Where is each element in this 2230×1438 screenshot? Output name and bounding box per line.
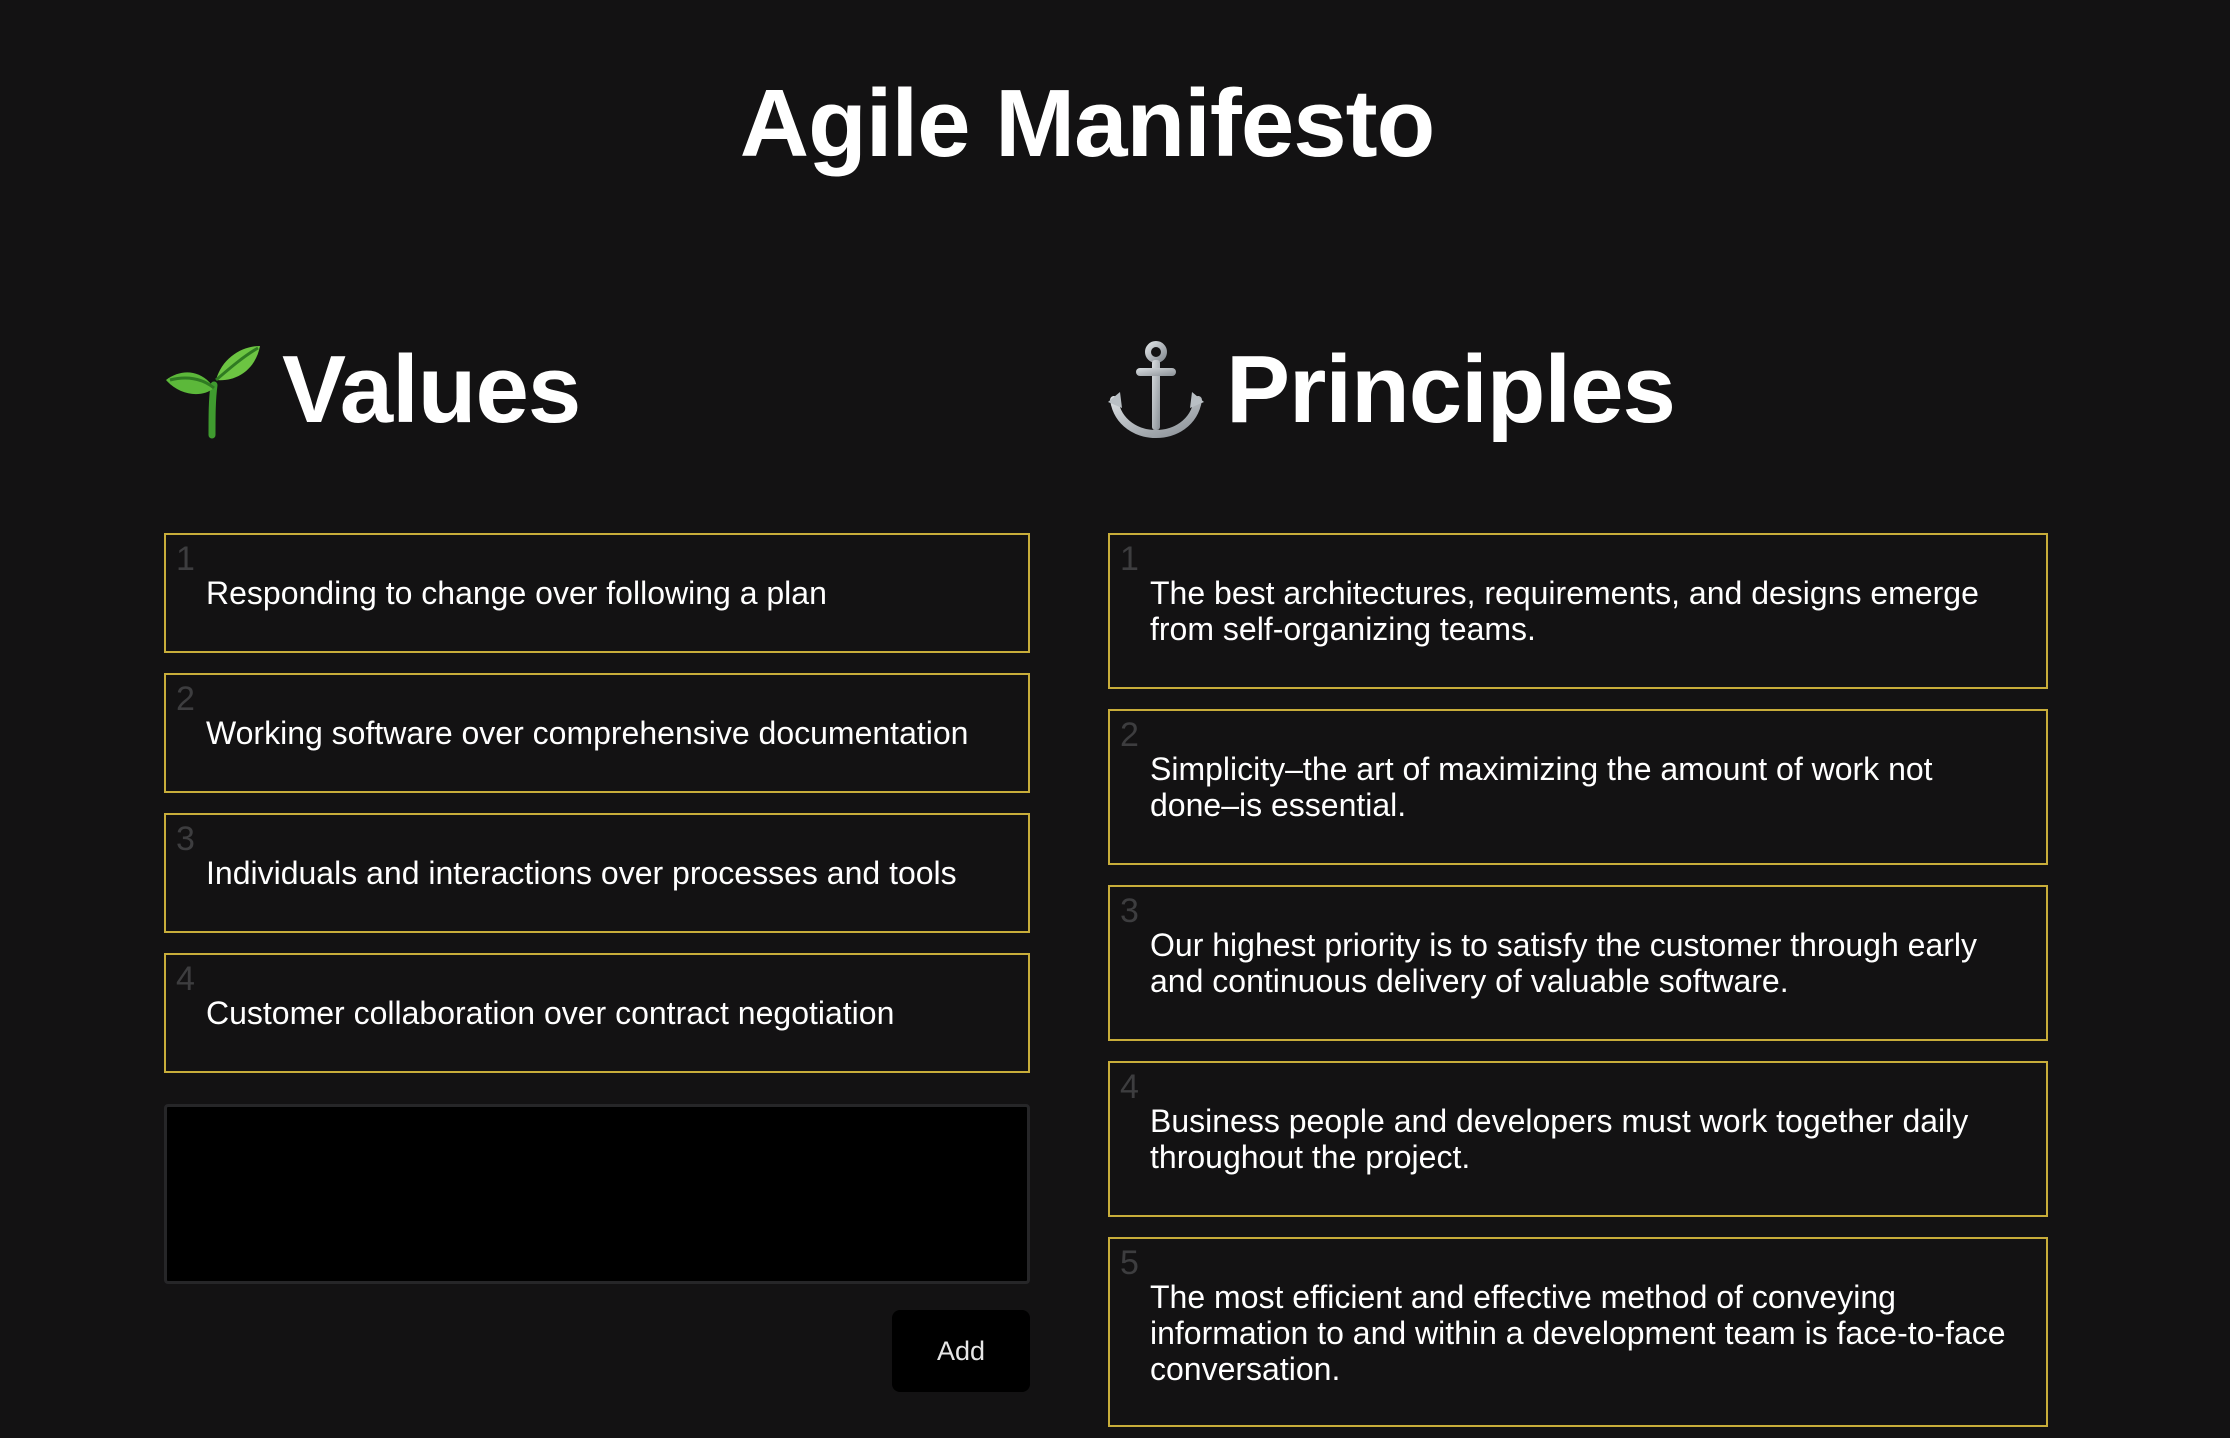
- value-card-1[interactable]: 1 Responding to change over following a …: [164, 533, 1030, 653]
- principle-card-index: 4: [1120, 1068, 1139, 1106]
- agile-manifesto-page: Agile Manifesto Values 1 Responding to c…: [0, 0, 2230, 1438]
- principle-card-1[interactable]: 1 The best architectures, requirements, …: [1108, 533, 2048, 689]
- value-card-text: Working software over comprehensive docu…: [206, 715, 969, 751]
- values-heading: Values: [162, 330, 581, 450]
- values-heading-label: Values: [282, 336, 581, 443]
- principle-card-text: Business people and developers must work…: [1150, 1103, 1969, 1175]
- principle-card-index: 2: [1120, 716, 1139, 754]
- principle-card-4[interactable]: 4 Business people and developers must wo…: [1108, 1061, 2048, 1217]
- principle-card-2[interactable]: 2 Simplicity–the art of maximizing the a…: [1108, 709, 2048, 865]
- value-card-3[interactable]: 3 Individuals and interactions over proc…: [164, 813, 1030, 933]
- principle-card-text: The most efficient and effective method …: [1150, 1279, 2006, 1387]
- value-card-text: Responding to change over following a pl…: [206, 575, 827, 611]
- value-card-4[interactable]: 4 Customer collaboration over contract n…: [164, 953, 1030, 1073]
- principle-card-text: Our highest priority is to satisfy the c…: [1150, 927, 1978, 999]
- principle-card-5[interactable]: 5 The most efficient and effective metho…: [1108, 1237, 2048, 1427]
- value-card-index: 3: [176, 820, 195, 858]
- principles-heading: Principles: [1106, 330, 1676, 450]
- principle-card-index: 1: [1120, 540, 1139, 578]
- principle-card-3[interactable]: 3 Our highest priority is to satisfy the…: [1108, 885, 2048, 1041]
- new-value-input[interactable]: [164, 1104, 1030, 1284]
- value-card-2[interactable]: 2 Working software over comprehensive do…: [164, 673, 1030, 793]
- value-card-text: Individuals and interactions over proces…: [206, 855, 957, 891]
- principle-card-text: Simplicity–the art of maximizing the amo…: [1150, 751, 1933, 823]
- page-title: Agile Manifesto: [739, 70, 1435, 177]
- value-card-index: 4: [176, 960, 195, 998]
- principle-card-text: The best architectures, requirements, an…: [1150, 575, 1979, 647]
- principle-card-index: 3: [1120, 892, 1139, 930]
- value-card-text: Customer collaboration over contract neg…: [206, 995, 895, 1031]
- seedling-icon: [162, 340, 262, 440]
- anchor-icon: [1106, 340, 1206, 440]
- principles-heading-label: Principles: [1226, 336, 1676, 443]
- value-card-index: 1: [176, 540, 195, 578]
- value-card-index: 2: [176, 680, 195, 718]
- principle-card-index: 5: [1120, 1244, 1139, 1282]
- add-button[interactable]: Add: [892, 1310, 1030, 1392]
